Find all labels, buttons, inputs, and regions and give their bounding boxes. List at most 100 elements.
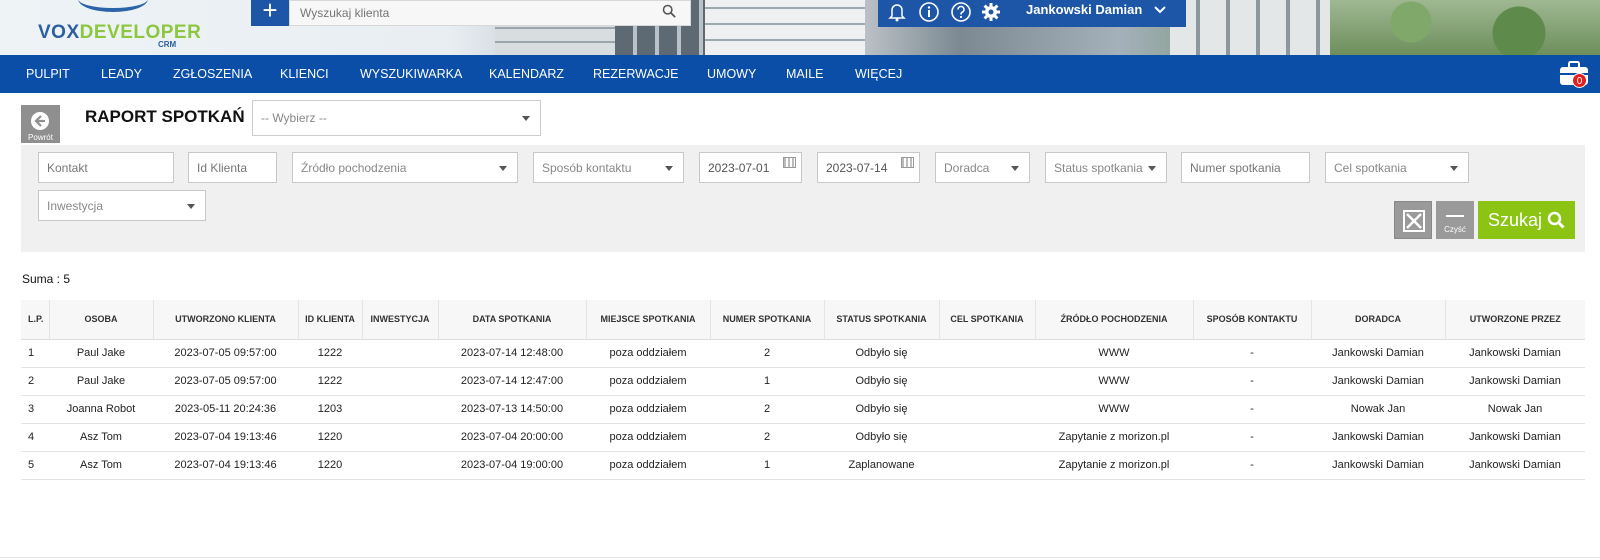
clear-button[interactable]: Czyść — [1436, 201, 1474, 239]
report-select[interactable]: -- Wybierz -- — [252, 100, 541, 136]
doradca-select[interactable]: Doradca — [935, 152, 1030, 183]
table-cell: 2023-07-04 20:00:00 — [438, 423, 586, 452]
zrodlo-select-value: Źródło pochodzenia — [301, 161, 407, 175]
add-client-button[interactable]: + — [251, 0, 289, 26]
nav-item-maile[interactable]: MAILE — [786, 55, 824, 93]
table-cell: 2023-07-05 09:57:00 — [153, 367, 298, 396]
nav-item-rezerwacje[interactable]: REZERWACJE — [593, 55, 678, 93]
column-header[interactable]: MIEJSCE SPOTKANIA — [586, 300, 711, 340]
nav-item-wiecej[interactable]: WIĘCEJ — [855, 55, 902, 93]
column-header[interactable]: UTWORZONE PRZEZ — [1445, 300, 1585, 340]
table-cell: 1220 — [298, 423, 362, 452]
column-header[interactable]: OSOBA — [49, 300, 154, 340]
column-header[interactable]: ID KLIENTA — [298, 300, 363, 340]
column-header[interactable]: ŹRÓDŁO POCHODZENIA — [1035, 300, 1194, 340]
column-header[interactable]: L.P. — [21, 300, 50, 340]
reset-button[interactable] — [1394, 201, 1432, 239]
table-cell: 5 — [21, 451, 49, 480]
kontakt-input[interactable] — [39, 153, 173, 182]
calendar-icon[interactable] — [783, 157, 796, 168]
nav-item-zgloszenia[interactable]: ZGŁOSZENIA — [173, 55, 252, 93]
table-cell: 1203 — [298, 395, 362, 424]
table-cell: Paul Jake — [49, 339, 153, 368]
column-header[interactable]: UTWORZONO KLIENTA — [153, 300, 299, 340]
cel-select[interactable]: Cel spotkania — [1325, 152, 1469, 183]
table-cell: 1222 — [298, 339, 362, 368]
table-row[interactable]: 4 Asz Tom 2023-07-04 19:13:46 1220 2023-07-0… — [21, 423, 1585, 452]
nav-item-kalendarz[interactable]: KALENDARZ — [489, 55, 564, 93]
table-cell: poza oddziałem — [586, 339, 710, 368]
table-cell: Nowak Jan — [1445, 395, 1585, 424]
gear-icon[interactable] — [980, 1, 1002, 23]
table-cell: poza oddziałem — [586, 423, 710, 452]
table-row[interactable]: 2 Paul Jake 2023-07-05 09:57:00 1222 2023-07… — [21, 367, 1585, 396]
doradca-select-value: Doradca — [944, 161, 990, 175]
sposob-select[interactable]: Sposób kontaktu — [533, 152, 684, 183]
table-cell: Zaplanowane — [824, 451, 939, 480]
table-cell: 2023-07-04 19:13:46 — [153, 423, 298, 452]
table-cell: Jankowski Damian — [1445, 339, 1585, 368]
table-cell — [939, 395, 1035, 424]
table-cell — [362, 395, 438, 424]
status-select-value: Status spotkania — [1054, 161, 1143, 175]
logo-text: VOXDEVELOPER — [38, 22, 201, 44]
nav-item-klienci[interactable]: KLIENCI — [280, 55, 329, 93]
column-header[interactable]: STATUS SPOTKANIA — [824, 300, 940, 340]
table-cell: Jankowski Damian — [1445, 451, 1585, 480]
caret-down-icon — [1148, 166, 1156, 171]
nav-item-wyszukiwarka[interactable]: WYSZUKIWARKA — [360, 55, 462, 93]
calendar-icon[interactable] — [901, 157, 914, 168]
nav-item-pulpit[interactable]: PULPIT — [26, 55, 70, 93]
table-row[interactable]: 5 Asz Tom 2023-07-04 19:13:46 1220 2023-07-0… — [21, 451, 1585, 480]
id-klienta-field — [188, 152, 277, 183]
table-cell: - — [1193, 395, 1311, 424]
back-label: Powrót — [28, 133, 53, 142]
sum-count: Suma : 5 — [22, 272, 71, 286]
table-cell: Asz Tom — [49, 451, 153, 480]
help-icon[interactable] — [950, 1, 972, 23]
table-row[interactable]: 1 Paul Jake 2023-07-05 09:57:00 1222 2023-07… — [21, 339, 1585, 368]
numer-input[interactable] — [1182, 153, 1309, 182]
report-select-value: -- Wybierz -- — [261, 111, 327, 125]
numer-field — [1181, 152, 1310, 183]
column-header[interactable]: SPOSÓB KONTAKTU — [1193, 300, 1312, 340]
client-search-box — [289, 0, 691, 26]
search-button[interactable]: Szukaj — [1478, 201, 1575, 239]
search-label: Szukaj — [1488, 210, 1543, 230]
status-select[interactable]: Status spotkania — [1045, 152, 1167, 183]
logo-accent: DEVELOPER — [79, 22, 202, 43]
column-header[interactable]: CEL SPOTKANIA — [939, 300, 1036, 340]
app-logo[interactable]: VOXDEVELOPER CRM — [38, 0, 201, 50]
table-cell: 1 — [21, 339, 49, 368]
table-cell: poza oddziałem — [586, 451, 710, 480]
search-icon — [1547, 211, 1565, 229]
info-icon[interactable] — [918, 1, 940, 23]
column-header[interactable]: DATA SPOTKANIA — [438, 300, 587, 340]
back-button[interactable]: Powrót — [21, 105, 60, 143]
zrodlo-select[interactable]: Źródło pochodzenia — [292, 152, 518, 183]
column-header[interactable]: DORADCA — [1311, 300, 1446, 340]
cel-select-value: Cel spotkania — [1334, 161, 1407, 175]
nav-item-leady[interactable]: LEADY — [101, 55, 142, 93]
nav-item-umowy[interactable]: UMOWY — [707, 55, 756, 93]
table-cell: 2023-07-13 14:50:00 — [438, 395, 586, 424]
client-search-input[interactable] — [290, 1, 630, 25]
column-header[interactable]: NUMER SPOTKANIA — [710, 300, 825, 340]
table-cell: Nowak Jan — [1311, 395, 1445, 424]
table-cell — [939, 451, 1035, 480]
table-row[interactable]: 3 Joanna Robot 2023-05-11 20:24:36 1203 2023… — [21, 395, 1585, 424]
inwestycja-select[interactable]: Inwestycja — [38, 190, 206, 221]
header-banner: VOXDEVELOPER CRM + Jankowski Damian — [0, 0, 1600, 55]
inwestycja-select-value: Inwestycja — [47, 199, 104, 213]
bell-icon[interactable] — [886, 1, 908, 23]
id-klienta-input[interactable] — [189, 153, 276, 182]
back-arrow-icon — [31, 112, 49, 130]
table-cell — [939, 423, 1035, 452]
page-title: RAPORT SPOTKAŃ — [85, 107, 245, 126]
column-header[interactable]: INWESTYCJA — [362, 300, 439, 340]
chevron-down-icon[interactable] — [1153, 3, 1167, 17]
logo-main: VOX — [38, 22, 80, 43]
logo-swoosh-icon — [78, 0, 148, 12]
search-icon[interactable] — [662, 4, 676, 18]
user-name[interactable]: Jankowski Damian — [1026, 2, 1142, 17]
